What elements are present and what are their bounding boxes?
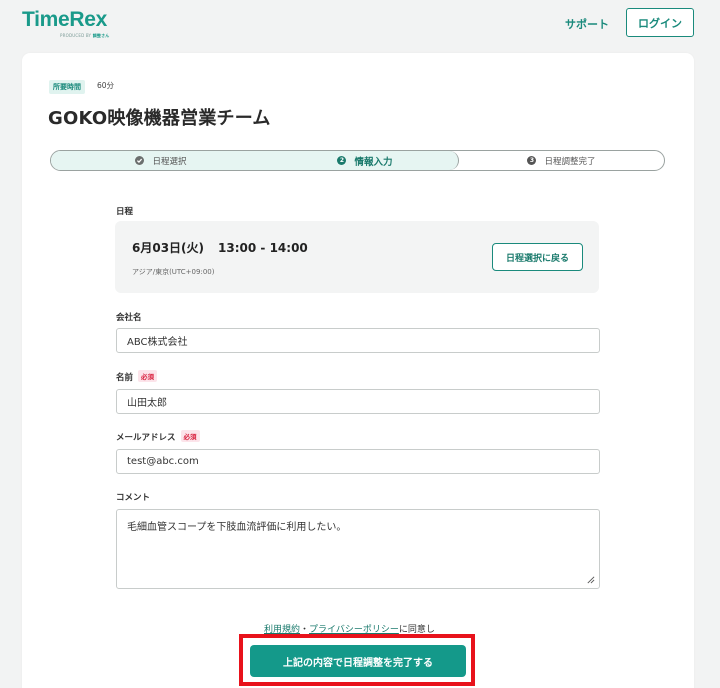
company-field[interactable]: ABC株式会社 bbox=[116, 328, 600, 353]
login-button[interactable]: ログイン bbox=[626, 8, 694, 37]
email-label: メールアドレス 必須 bbox=[116, 430, 200, 443]
step-date-selection: 日程選択 bbox=[51, 151, 272, 170]
back-to-date-selection-button[interactable]: 日程選択に戻る bbox=[492, 243, 583, 271]
step-label: 日程調整完了 bbox=[544, 156, 596, 167]
timerex-logo[interactable]: TimeRex PRODUCED BY 調整さん bbox=[22, 8, 109, 38]
support-link[interactable]: サポート bbox=[565, 16, 609, 32]
step-complete: 3 日程調整完了 bbox=[459, 151, 664, 170]
name-label: 名前 必須 bbox=[116, 370, 158, 383]
comment-textarea[interactable]: 毛細血管スコープを下肢血流評価に利用したい。 bbox=[116, 509, 600, 589]
page-title: GOKO映像機器営業チーム bbox=[48, 108, 271, 129]
company-label: 会社名 bbox=[116, 313, 142, 323]
email-field[interactable]: test@abc.com bbox=[116, 449, 600, 474]
duration-value: 60分 bbox=[97, 81, 115, 90]
step-number-icon: 3 bbox=[527, 156, 537, 165]
logo-text: TimeRex bbox=[22, 8, 108, 31]
step-label: 日程選択 bbox=[152, 156, 187, 167]
resize-handle-icon[interactable] bbox=[586, 575, 595, 584]
required-badge: 必須 bbox=[138, 370, 158, 382]
duration-badge: 所要時間 bbox=[49, 80, 85, 94]
step-info-input: 2 情報入力 bbox=[262, 151, 459, 170]
schedule-datetime: 6月03日(火) 13:00 - 14:00 bbox=[132, 239, 308, 256]
complete-scheduling-button[interactable]: 上記の内容で日程調整を完了する bbox=[250, 645, 466, 677]
schedule-date: 6月03日(火) bbox=[132, 241, 205, 255]
schedule-time: 13:00 - 14:00 bbox=[218, 241, 308, 255]
check-icon bbox=[135, 156, 145, 165]
step-label: 情報入力 bbox=[354, 156, 393, 168]
schedule-timezone: アジア/東京(UTC+09:00) bbox=[132, 268, 215, 276]
progress-stepper: 日程選択 2 情報入力 3 日程調整完了 bbox=[50, 150, 665, 171]
required-badge: 必須 bbox=[180, 430, 200, 442]
name-field[interactable]: 山田太郎 bbox=[116, 389, 600, 414]
comment-label: コメント bbox=[116, 493, 151, 503]
logo-subtitle: PRODUCED BY 調整さん bbox=[60, 33, 110, 38]
step-number-icon: 2 bbox=[337, 156, 347, 165]
schedule-label: 日程 bbox=[116, 207, 134, 217]
